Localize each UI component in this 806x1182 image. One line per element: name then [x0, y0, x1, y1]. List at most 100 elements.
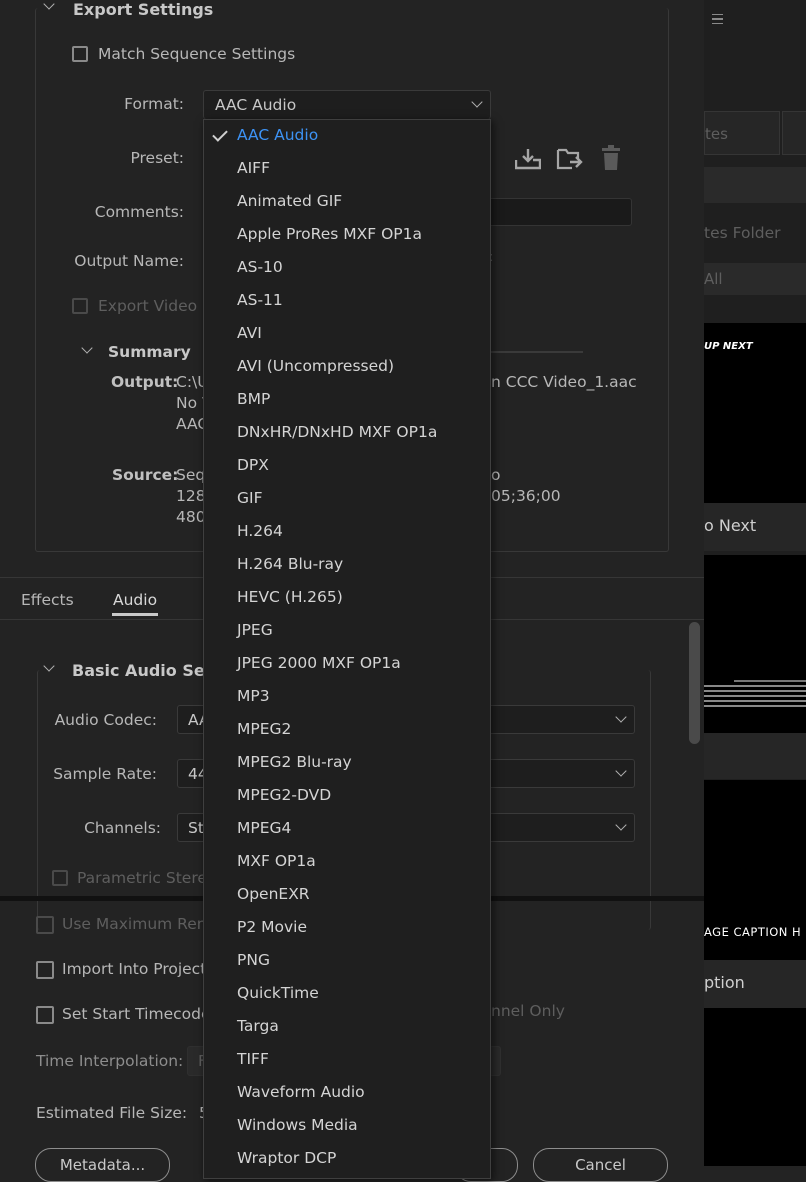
format-option[interactable]: AS-11: [237, 291, 283, 309]
channels-value: St: [188, 819, 204, 837]
delete-preset-icon[interactable]: [600, 145, 622, 171]
thumbnail-up-next-caption-bar[interactable]: o Next: [704, 503, 806, 551]
settings-scrollbar-thumb[interactable]: [689, 622, 700, 744]
thumbnail-credits-caption-bar[interactable]: [704, 733, 806, 779]
export-preset-icon[interactable]: [556, 146, 584, 172]
cancel-button[interactable]: Cancel: [533, 1148, 668, 1182]
format-dropdown-list[interactable]: AAC Audio AIFF Animated GIF Apple ProRes MX…: [203, 119, 491, 1179]
format-option[interactable]: Wraptor DCP: [237, 1149, 336, 1167]
import-project-checkbox[interactable]: [36, 961, 54, 979]
format-option[interactable]: HEVC (H.265): [237, 588, 343, 606]
tab-audio-underline: [112, 613, 158, 616]
import-project-label[interactable]: Import Into Project: [62, 960, 206, 978]
summary-divider: [491, 351, 583, 353]
comments-field[interactable]: [486, 198, 632, 226]
format-option[interactable]: Apple ProRes MXF OP1a: [237, 225, 422, 243]
format-option[interactable]: P2 Movie: [237, 918, 307, 936]
export-video-label[interactable]: Export Video: [98, 297, 197, 315]
format-option[interactable]: H.264 Blu-ray: [237, 555, 343, 573]
format-option[interactable]: JPEG: [237, 621, 273, 639]
right-tab-2[interactable]: [782, 111, 806, 155]
right-filter-label: All: [704, 270, 723, 288]
source-tail-2: 05;36;00: [491, 487, 561, 505]
thumbnail-up-next-caption: o Next: [704, 516, 757, 535]
thumbnail-image-caption-label: ption: [704, 973, 745, 992]
right-tab-label: tes: [705, 125, 728, 143]
max-render-label[interactable]: Use Maximum Ren: [62, 915, 207, 933]
menu-icon[interactable]: [712, 14, 723, 24]
format-option[interactable]: H.264: [237, 522, 283, 540]
format-option[interactable]: MPEG2: [237, 720, 291, 738]
format-option[interactable]: MPEG2 Blu-ray: [237, 753, 352, 771]
thumbnail-image-caption-text: AGE CAPTION H: [704, 925, 802, 939]
tab-effects[interactable]: Effects: [21, 591, 74, 609]
format-option[interactable]: GIF: [237, 489, 263, 507]
checkmark-icon: [212, 126, 228, 142]
credits-text-lines: [704, 677, 806, 710]
format-option[interactable]: Targa: [237, 1017, 279, 1035]
alpha-channel-only-label[interactable]: nnel Only: [491, 1002, 565, 1020]
format-option[interactable]: AIFF: [237, 159, 270, 177]
thumbnail-credits[interactable]: [704, 555, 806, 733]
parametric-stereo-checkbox[interactable]: [52, 870, 68, 886]
format-option[interactable]: Waveform Audio: [237, 1083, 365, 1101]
format-option[interactable]: Windows Media: [237, 1116, 358, 1134]
match-sequence-label[interactable]: Match Sequence Settings: [98, 45, 295, 63]
chevron-down-icon: [615, 711, 627, 723]
right-search-bar[interactable]: [704, 167, 806, 203]
tab-audio[interactable]: Audio: [113, 591, 157, 609]
right-folder-label[interactable]: tes Folder: [704, 224, 781, 242]
thumbnail-image-caption[interactable]: AGE CAPTION H: [704, 780, 806, 960]
format-option[interactable]: MPEG2-DVD: [237, 786, 331, 804]
sample-rate-label: Sample Rate:: [53, 765, 157, 783]
format-option[interactable]: QuickTime: [237, 984, 319, 1002]
match-sequence-checkbox[interactable]: [72, 46, 88, 62]
export-video-checkbox[interactable]: [72, 298, 88, 314]
format-option[interactable]: DNxHR/DNxHD MXF OP1a: [237, 423, 437, 441]
export-settings-title[interactable]: Export Settings: [73, 0, 213, 19]
format-option[interactable]: DPX: [237, 456, 269, 474]
chevron-down-icon: [471, 96, 483, 108]
metadata-button-label: Metadata...: [59, 1156, 146, 1174]
format-option[interactable]: JPEG 2000 MXF OP1a: [237, 654, 401, 672]
format-option[interactable]: OpenEXR: [237, 885, 310, 903]
format-label: Format:: [124, 95, 184, 113]
format-option[interactable]: MP3: [237, 687, 270, 705]
source-label: Source:: [112, 466, 179, 484]
summary-title[interactable]: Summary: [108, 343, 191, 361]
source-line-2: 128: [176, 487, 206, 505]
chevron-down-icon: [615, 819, 627, 831]
format-option[interactable]: AS-10: [237, 258, 283, 276]
output-path-tail: n CCC Video_1.aac: [491, 373, 637, 391]
thumbnail-4[interactable]: [704, 1008, 806, 1166]
format-option[interactable]: AVI: [237, 324, 262, 342]
max-render-checkbox[interactable]: [36, 916, 54, 934]
thumbnail-up-next[interactable]: UP NEXT: [704, 323, 806, 503]
start-timecode-checkbox[interactable]: [36, 1006, 54, 1024]
output-label: Output:: [111, 373, 179, 391]
format-option[interactable]: AAC Audio: [237, 126, 318, 144]
right-filter[interactable]: All: [704, 263, 806, 295]
cancel-button-label: Cancel: [575, 1156, 626, 1174]
format-option[interactable]: BMP: [237, 390, 270, 408]
thumbnail-image-caption-bar[interactable]: ption: [704, 960, 806, 1008]
source-tail-1: o: [491, 466, 501, 484]
format-option[interactable]: Animated GIF: [237, 192, 342, 210]
parametric-stereo-label[interactable]: Parametric Stere: [77, 869, 207, 887]
right-tab[interactable]: tes: [704, 111, 780, 155]
metadata-button[interactable]: Metadata...: [35, 1148, 170, 1182]
import-preset-icon[interactable]: [515, 147, 541, 171]
output-name-label: Output Name:: [74, 252, 184, 270]
format-option[interactable]: MPEG4: [237, 819, 291, 837]
format-option[interactable]: PNG: [237, 951, 270, 969]
format-select[interactable]: AAC Audio: [203, 90, 491, 119]
format-option[interactable]: MXF OP1a: [237, 852, 316, 870]
source-line-3: 480: [176, 508, 206, 526]
source-line-1: Seq: [176, 466, 206, 484]
format-option[interactable]: AVI (Uncompressed): [237, 357, 394, 375]
start-timecode-label[interactable]: Set Start Timecode: [62, 1005, 210, 1023]
time-interpolation-label: Time Interpolation:: [36, 1052, 184, 1070]
audio-codec-label: Audio Codec:: [54, 711, 157, 729]
right-panel: tes tes Folder All UP NEXT o Next AGE CA…: [704, 0, 806, 1166]
format-option[interactable]: TIFF: [237, 1050, 269, 1068]
